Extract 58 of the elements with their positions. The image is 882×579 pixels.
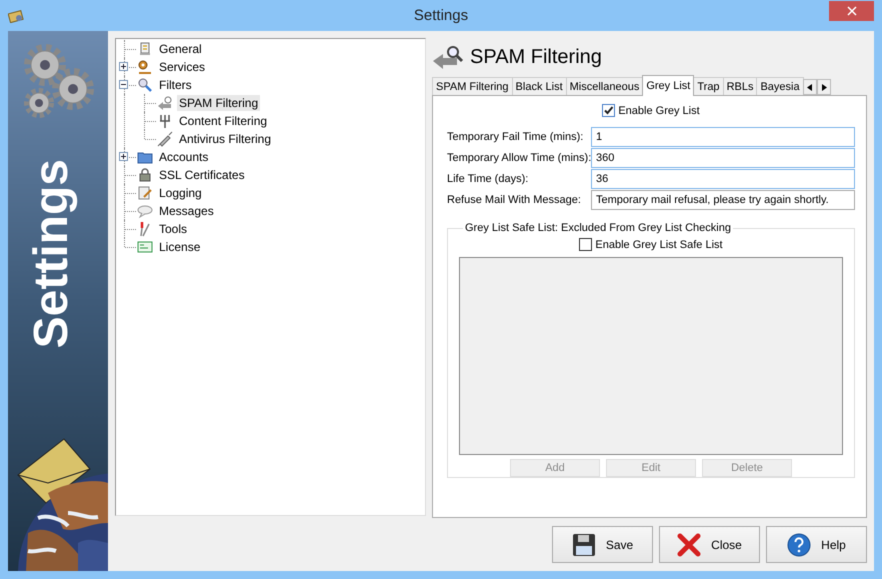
input-field[interactable]: Temporary mail refusal, please try again shortly. bbox=[591, 190, 855, 210]
field-label: Temporary Fail Time (mins): bbox=[447, 131, 584, 143]
scroll-right-button[interactable] bbox=[816, 79, 831, 95]
tree-item[interactable]: General bbox=[157, 41, 204, 57]
tab[interactable]: SPAM Filtering bbox=[432, 77, 513, 95]
banner-title: Settings bbox=[24, 159, 79, 348]
input-field[interactable]: 36 bbox=[591, 169, 855, 189]
tree-item[interactable]: Messages bbox=[157, 203, 216, 219]
tree-item[interactable]: Logging bbox=[157, 185, 204, 201]
notepad-icon bbox=[137, 185, 153, 201]
magnifier-icon bbox=[137, 77, 153, 93]
window-title: Settings bbox=[414, 7, 468, 24]
tree-item[interactable]: Antivirus Filtering bbox=[177, 131, 274, 147]
expand-icon[interactable] bbox=[119, 62, 128, 71]
tree-item[interactable]: SSL Certificates bbox=[157, 167, 247, 183]
fork-icon bbox=[157, 113, 173, 129]
app-icon bbox=[8, 8, 24, 22]
dialog-button[interactable]: Close bbox=[659, 526, 760, 563]
tree-item[interactable]: Services bbox=[157, 59, 208, 75]
close-icon bbox=[677, 532, 702, 556]
tree-item[interactable]: Content Filtering bbox=[177, 113, 270, 129]
tree-item[interactable]: Filters bbox=[157, 77, 194, 93]
tab[interactable]: Grey List bbox=[642, 75, 694, 96]
field-label: Temporary Allow Time (mins): bbox=[447, 152, 591, 164]
close-icon bbox=[846, 6, 856, 16]
page-title: SPAM Filtering bbox=[470, 46, 602, 68]
input-field[interactable]: 1 bbox=[591, 127, 855, 147]
dialog-button[interactable]: Help bbox=[766, 526, 867, 563]
checkbox-label: Enable Grey List Safe List bbox=[595, 238, 723, 250]
checkbox[interactable] bbox=[602, 104, 616, 117]
group-title: Grey List Safe List: Excluded From Grey List Checking bbox=[464, 222, 732, 234]
tree-item[interactable]: License bbox=[157, 239, 202, 255]
input-field[interactable]: 360 bbox=[591, 148, 855, 168]
arrow-icon bbox=[157, 95, 173, 111]
expand-icon[interactable] bbox=[119, 152, 128, 161]
speech-bubble-icon bbox=[137, 203, 153, 219]
tab[interactable]: Bayesia bbox=[756, 77, 804, 95]
triangle-left-icon bbox=[806, 84, 813, 90]
close-button[interactable] bbox=[829, 0, 874, 20]
field-label: Refuse Mail With Message: bbox=[447, 194, 582, 206]
tree-item[interactable]: Accounts bbox=[157, 149, 210, 165]
padlock-icon bbox=[137, 167, 153, 183]
checkbox-label: Enable Grey List bbox=[618, 104, 700, 116]
tree-item[interactable]: SPAM Filtering bbox=[177, 95, 260, 111]
tab[interactable]: Trap bbox=[693, 77, 724, 95]
dialog-button[interactable]: Save bbox=[552, 526, 653, 563]
scroll-icon bbox=[137, 41, 153, 57]
triangle-right-icon bbox=[820, 84, 827, 90]
card-icon bbox=[137, 239, 153, 255]
syringe-icon bbox=[157, 131, 173, 147]
field-label: Life Time (days): bbox=[447, 173, 530, 185]
arrow-magnifier-icon bbox=[432, 44, 464, 70]
gear-icon bbox=[137, 59, 153, 75]
checkbox[interactable] bbox=[579, 238, 592, 251]
scroll-left-button[interactable] bbox=[802, 79, 817, 95]
tree-item[interactable]: Tools bbox=[157, 221, 190, 237]
help-icon bbox=[787, 532, 812, 556]
collapse-icon[interactable] bbox=[119, 80, 128, 89]
